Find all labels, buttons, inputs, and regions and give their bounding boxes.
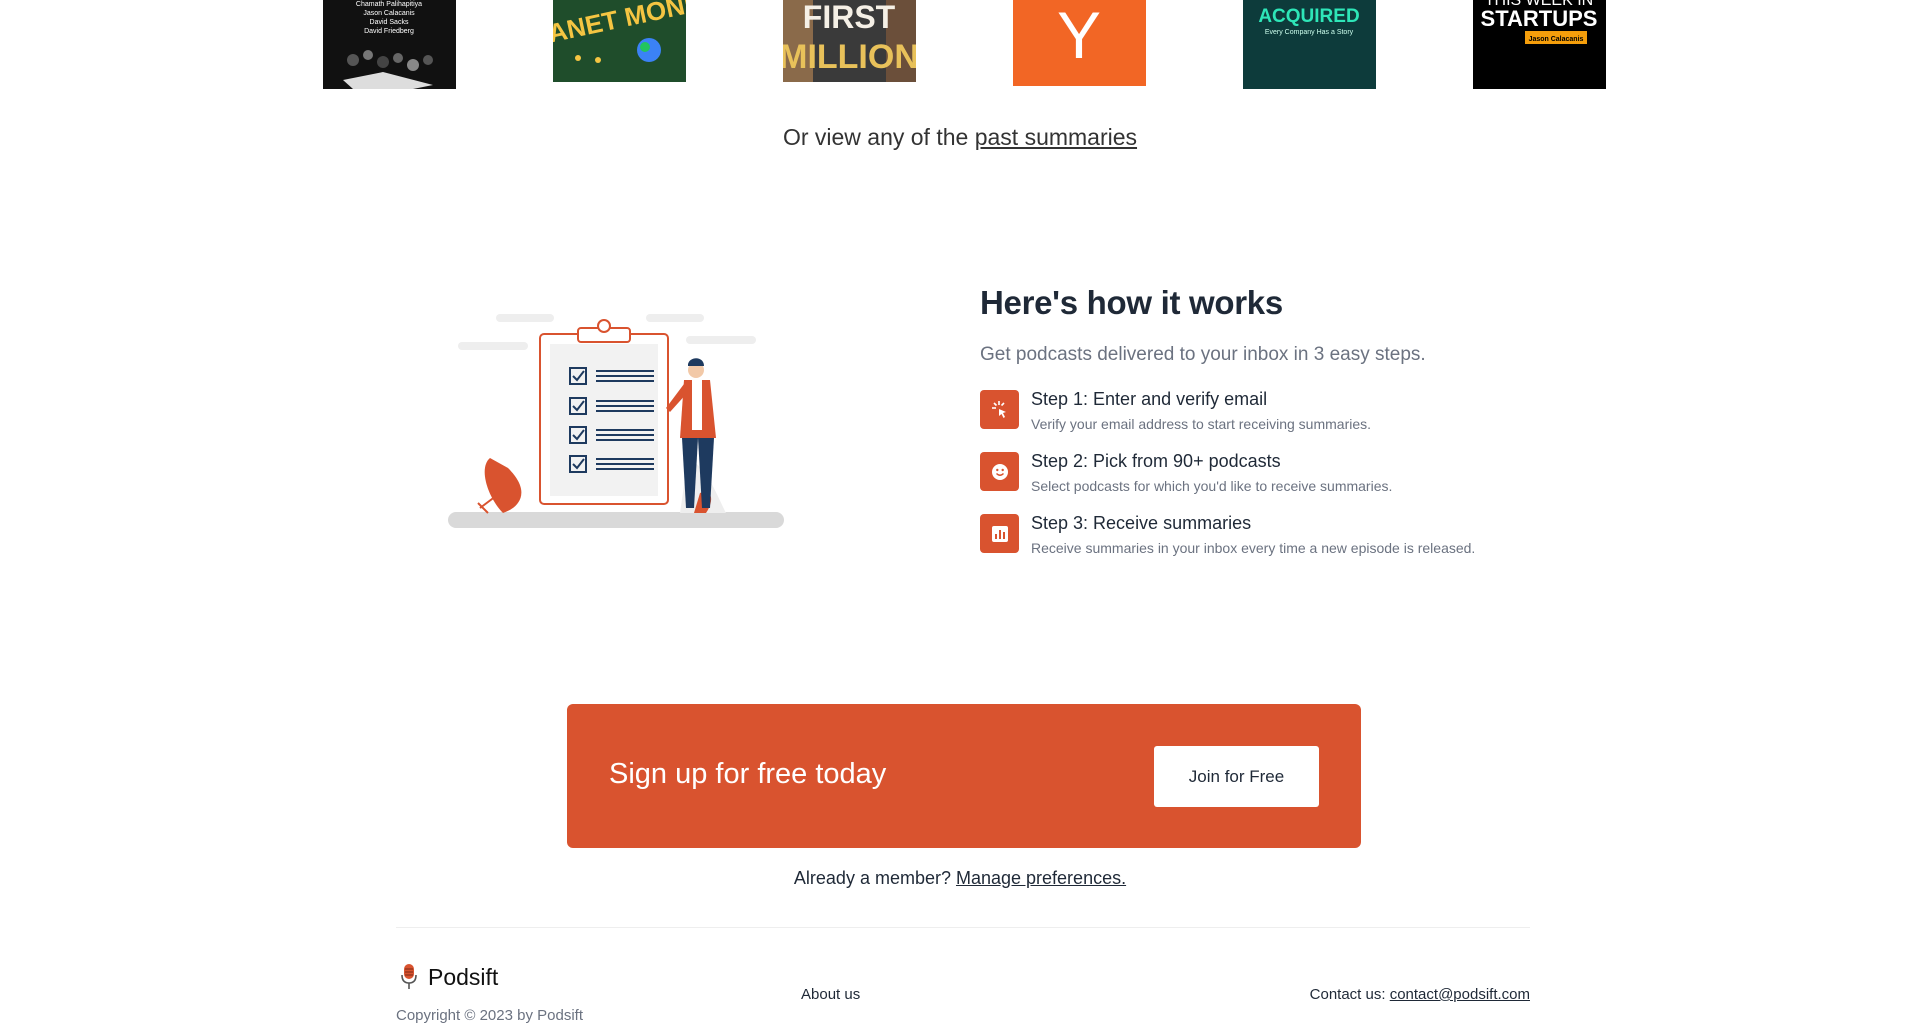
y-combinator-cover-art: Y xyxy=(1013,0,1146,86)
twist-host: Jason Calacanis xyxy=(1529,36,1584,43)
join-for-free-button[interactable]: Join for Free xyxy=(1154,746,1319,807)
copyright-text: Copyright © 2023 by Podsift xyxy=(396,1007,583,1024)
already-member-line: Already a member? Manage preferences. xyxy=(0,868,1920,889)
bar-chart-icon xyxy=(980,514,1019,553)
cover-my-first-million[interactable]: FIRST MILLION xyxy=(783,0,916,82)
step-3: Step 3: Receive summaries Receive summar… xyxy=(980,512,1540,556)
step-1: Step 1: Enter and verify email Verify yo… xyxy=(980,388,1540,432)
contact-line: Contact us: contact@podsift.com xyxy=(1310,986,1530,1003)
step-1-description: Verify your email address to start recei… xyxy=(1031,416,1372,432)
acquired-title: ACQUIRED xyxy=(1258,6,1359,27)
twist-cover-art: THIS WEEK IN STARTUPS Jason Calacanis xyxy=(1473,0,1606,89)
step-2: Step 2: Pick from 90+ podcasts Select po… xyxy=(980,450,1540,494)
acquired-tagline: Every Company Has a Story xyxy=(1265,29,1354,36)
step-2-description: Select podcasts for which you'd like to … xyxy=(1031,478,1393,494)
past-summaries-line: Or view any of the past summaries xyxy=(0,124,1920,151)
yc-logo-letter: Y xyxy=(1057,0,1101,72)
my-first-million-cover-art: FIRST MILLION xyxy=(783,0,916,82)
cursor-click-icon xyxy=(980,390,1019,429)
all-in-host-4: David Friedberg xyxy=(364,28,414,35)
manage-preferences-link[interactable]: Manage preferences. xyxy=(956,868,1126,888)
twist-title-bottom: STARTUPS xyxy=(1481,6,1598,31)
how-it-works-section: Here's how it works Get podcasts deliver… xyxy=(980,284,1540,574)
about-us-link[interactable]: About us xyxy=(801,986,860,1003)
planet-money-cover-art: PLANET MONEY xyxy=(553,0,686,82)
brand-name: Podsift xyxy=(428,963,499,990)
cover-acquired[interactable]: ACQUIRED Every Company Has a Story xyxy=(1243,0,1376,89)
all-in-host-3: David Sacks xyxy=(370,19,409,26)
checklist-illustration-art xyxy=(448,314,784,528)
mfm-title-top: FIRST xyxy=(803,0,896,35)
how-it-works-subtitle: Get podcasts delivered to your inbox in … xyxy=(980,344,1426,365)
cover-y-combinator[interactable]: Y xyxy=(1013,0,1146,86)
all-in-host-1: Chamath Palihapitiya xyxy=(356,1,422,8)
signup-banner-title: Sign up for free today xyxy=(609,758,887,790)
smiley-glyph xyxy=(991,463,1008,480)
acquired-cover-art: ACQUIRED Every Company Has a Story xyxy=(1243,0,1376,89)
mfm-title-bottom: MILLION xyxy=(783,38,916,76)
contact-email-link[interactable]: contact@podsift.com xyxy=(1390,986,1530,1003)
how-it-works-title: Here's how it works xyxy=(980,284,1283,321)
footer-divider xyxy=(396,927,1530,928)
step-3-description: Receive summaries in your inbox every ti… xyxy=(1031,540,1476,556)
all-in-host-2: Jason Calacanis xyxy=(363,10,415,17)
footer-brand[interactable]: Podsift xyxy=(400,963,498,991)
bar-chart-glyph xyxy=(991,525,1008,542)
step-3-title: Step 3: Receive summaries xyxy=(1031,513,1252,533)
smiley-icon xyxy=(980,452,1019,491)
podcast-covers-row: Chamath Palihapitiya Jason Calacanis Dav… xyxy=(0,0,1920,90)
checklist-illustration xyxy=(448,308,784,530)
cover-this-week-in-startups[interactable]: THIS WEEK IN STARTUPS Jason Calacanis xyxy=(1473,0,1606,89)
past-summaries-link[interactable]: past summaries xyxy=(975,124,1137,150)
past-summaries-prefix: Or view any of the xyxy=(782,124,975,150)
steps-list: Step 1: Enter and verify email Verify yo… xyxy=(980,388,1540,556)
step-2-title: Step 2: Pick from 90+ podcasts xyxy=(1031,451,1281,471)
cursor-click-glyph xyxy=(991,400,1006,418)
all-in-cover-art: Chamath Palihapitiya Jason Calacanis Dav… xyxy=(323,0,456,89)
already-member-prefix: Already a member? xyxy=(793,868,956,888)
contact-prefix: Contact us: xyxy=(1309,986,1390,1003)
microphone-icon xyxy=(401,964,417,989)
signup-banner: Sign up for free today Join for Free xyxy=(567,704,1361,848)
cover-planet-money[interactable]: PLANET MONEY xyxy=(553,0,686,82)
step-1-title: Step 1: Enter and verify email xyxy=(1031,389,1268,409)
cover-all-in[interactable]: Chamath Palihapitiya Jason Calacanis Dav… xyxy=(323,0,456,89)
